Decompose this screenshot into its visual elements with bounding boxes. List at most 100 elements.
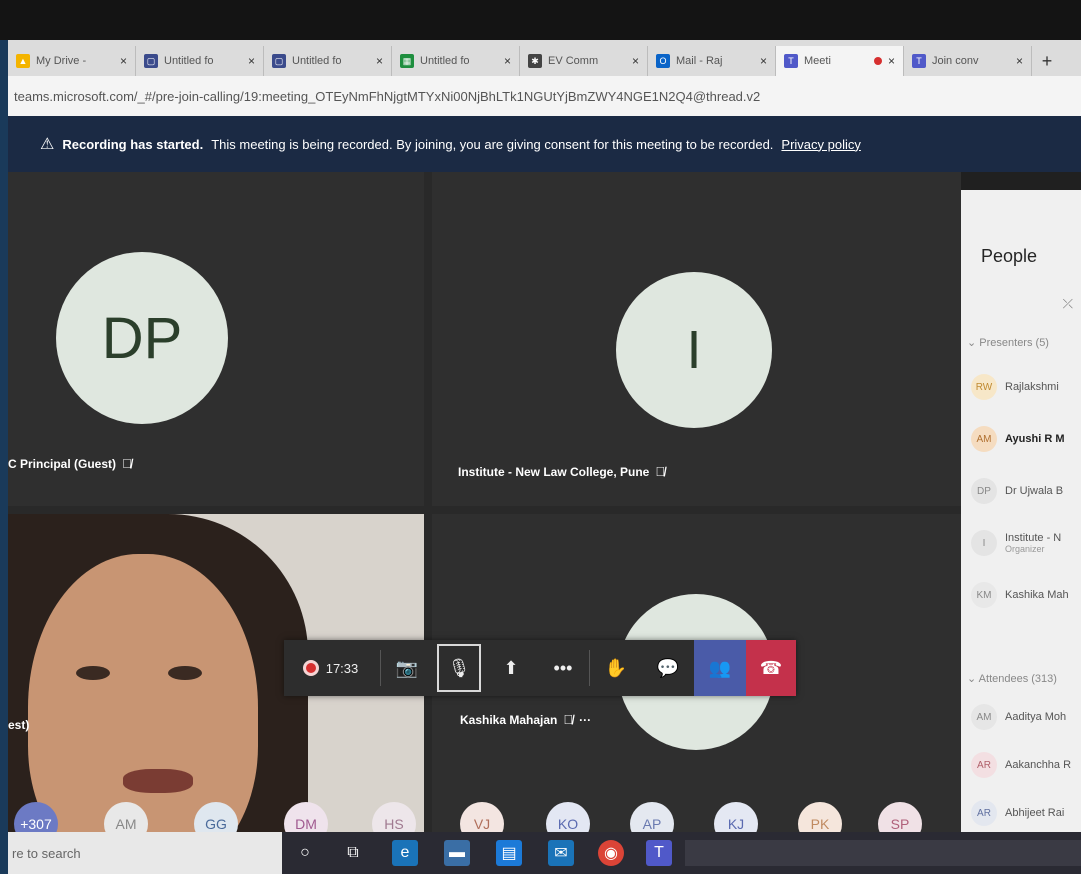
chat-button[interactable]: 💬 [642,640,694,696]
mic-off-icon: 🎙̸ [122,456,132,471]
browser-tab[interactable]: ▢ Untitled fo × [136,46,264,76]
raise-hand-button[interactable]: ✋ [590,640,642,696]
person-name: Rajlakshmi [1005,381,1059,393]
attendees-header[interactable]: ⌄ Attendees (313) [967,672,1057,685]
person-avatar: AR [971,800,997,826]
person-avatar: DP [971,478,997,504]
close-tab-icon[interactable]: × [248,54,255,68]
chevron-down-icon: ⌄ [967,337,980,349]
meeting-stage: DP C Principal (Guest) 🎙̸ I Institute - … [8,172,961,874]
bug-icon: ✱ [528,54,542,68]
timer-text: 17:33 [325,660,359,676]
privacy-policy-link[interactable]: Privacy policy [781,137,860,152]
person-row[interactable]: AM Aaditya Moh [971,704,1066,730]
participants-button[interactable]: 👥 [694,640,746,696]
person-avatar: I [971,530,997,556]
close-tab-icon[interactable]: × [376,54,383,68]
person-name-wrap: Ayushi R M [1005,433,1065,445]
browser-tab[interactable]: ▦ Untitled fo × [392,46,520,76]
taskbar-search-text[interactable]: re to search [12,846,81,861]
person-row[interactable]: I Institute - N Organizer [971,530,1061,556]
participant-tile-dp[interactable]: DP C Principal (Guest) 🎙̸ [8,172,424,506]
browser-tab[interactable]: ▲ My Drive - × [8,46,136,76]
tab-title: Untitled fo [420,55,470,67]
chat-icon: 💬 [656,657,680,678]
person-avatar: AR [971,752,997,778]
more-options-icon[interactable]: ··· [579,713,591,727]
browser-tab[interactable]: T Meeti × [776,46,904,76]
browser-tab-strip: ▲ My Drive - × ▢ Untitled fo × ▢ Untitled fo × ▦ U… [8,40,1081,76]
tab-title: Untitled fo [292,55,342,67]
share-invite-icon[interactable]: ⤫ [1063,296,1073,312]
banner-bold-text: Recording has started. [62,136,204,152]
teams-taskbar-icon[interactable]: T [646,840,672,866]
close-tab-icon[interactable]: × [888,54,895,68]
share-button[interactable]: ⬆ [485,640,537,696]
close-tab-icon[interactable]: × [760,54,767,68]
person-row[interactable]: KM Kashika Mah [971,582,1069,608]
participant-name: Institute - New Law College, Pune 🎙̸ [458,464,665,479]
mail-icon[interactable]: ✉ [548,840,574,866]
recording-banner: ⚠ Recording has started. This meeting is… [8,116,1081,172]
person-name-wrap: Aakanchha R [1005,759,1071,771]
tab-title: Untitled fo [164,55,214,67]
person-name: Abhijeet Rai [1005,807,1065,819]
person-row[interactable]: AM Ayushi R M [971,426,1065,452]
mic-off-icon: 🎙̸ [563,712,574,727]
hand-icon: ✋ [604,657,628,678]
edge-icon[interactable]: e [392,840,418,866]
people-panel: People ⤫ ⌄ Presenters (5) RW Rajlakshmi AM… [961,190,1081,874]
store-icon[interactable]: ▤ [496,840,522,866]
close-tab-icon[interactable]: × [1016,54,1023,68]
cortana-icon[interactable]: ○ [292,840,318,866]
browser-tab[interactable]: T Join conv × [904,46,1032,76]
participant-name: C Principal (Guest) 🎙̸ [8,456,132,471]
windows-taskbar: re to search ○ ⧉ e ▬ ▤ ✉ ◉ T [8,832,1081,874]
browser-tab[interactable]: ▢ Untitled fo × [264,46,392,76]
person-name: Ayushi R M [1005,433,1065,445]
file-explorer-icon[interactable]: ▬ [444,840,470,866]
people-panel-title: People [981,246,1038,266]
hang-up-button[interactable]: ☎ [746,640,796,696]
person-row[interactable]: DP Dr Ujwala B [971,478,1063,504]
task-view-icon[interactable]: ⧉ [340,840,366,866]
recording-indicator-icon [873,57,882,65]
google-drive-icon: ▲ [16,54,30,68]
person-row[interactable]: RW Rajlakshmi [971,374,1059,400]
more-actions-button[interactable]: ••• [537,640,589,696]
participant-tile-institute[interactable]: I Institute - New Law College, Pune 🎙̸ [432,172,961,506]
person-name: Aaditya Moh [1005,711,1067,723]
participant-avatar: DP [56,252,228,424]
close-tab-icon[interactable]: × [504,54,511,68]
taskbar-search[interactable]: re to search [8,832,282,874]
share-screen-icon: ⬆ [503,657,519,678]
person-name-wrap: Rajlakshmi [1005,381,1059,393]
person-name: Aakanchha R [1005,759,1072,771]
ellipsis-icon: ••• [553,657,573,678]
person-row[interactable]: AR Aakanchha R [971,752,1071,778]
browser-tab[interactable]: ✱ EV Comm × [520,46,648,76]
new-tab-button[interactable]: + [1032,46,1062,76]
close-tab-icon[interactable]: × [120,54,127,68]
close-tab-icon[interactable]: × [632,54,639,68]
person-row[interactable]: AR Abhijeet Rai [971,800,1064,826]
presenters-header-text: Presenters (5) [979,337,1049,349]
camera-off-button[interactable]: 📷 [381,640,433,696]
attendees-header-text: Attendees (313) [978,673,1057,685]
person-name-wrap: Institute - N Organizer [1005,532,1061,554]
person-name: Institute - N [1005,532,1062,544]
person-avatar: AM [971,704,997,730]
participant-name-text: Kashika Mahajan [460,712,558,727]
camera-off-icon: 📷 [395,657,419,678]
participant-name-text: Institute - New Law College, Pune [458,464,650,479]
mute-button[interactable]: 🎙 [433,640,485,696]
video-mouth [123,769,193,793]
video-eye [76,666,110,680]
banner-text: This meeting is being recorded. By joini… [211,136,774,152]
participant-name-text: est) [8,718,30,732]
address-bar[interactable]: teams.microsoft.com/_#/pre-join-calling/… [8,76,1081,116]
address-url[interactable]: teams.microsoft.com/_#/pre-join-calling/… [14,89,760,104]
browser-tab[interactable]: O Mail - Raj × [648,46,776,76]
presenters-header[interactable]: ⌄ Presenters (5) [967,336,1049,349]
chrome-icon[interactable]: ◉ [598,840,624,866]
